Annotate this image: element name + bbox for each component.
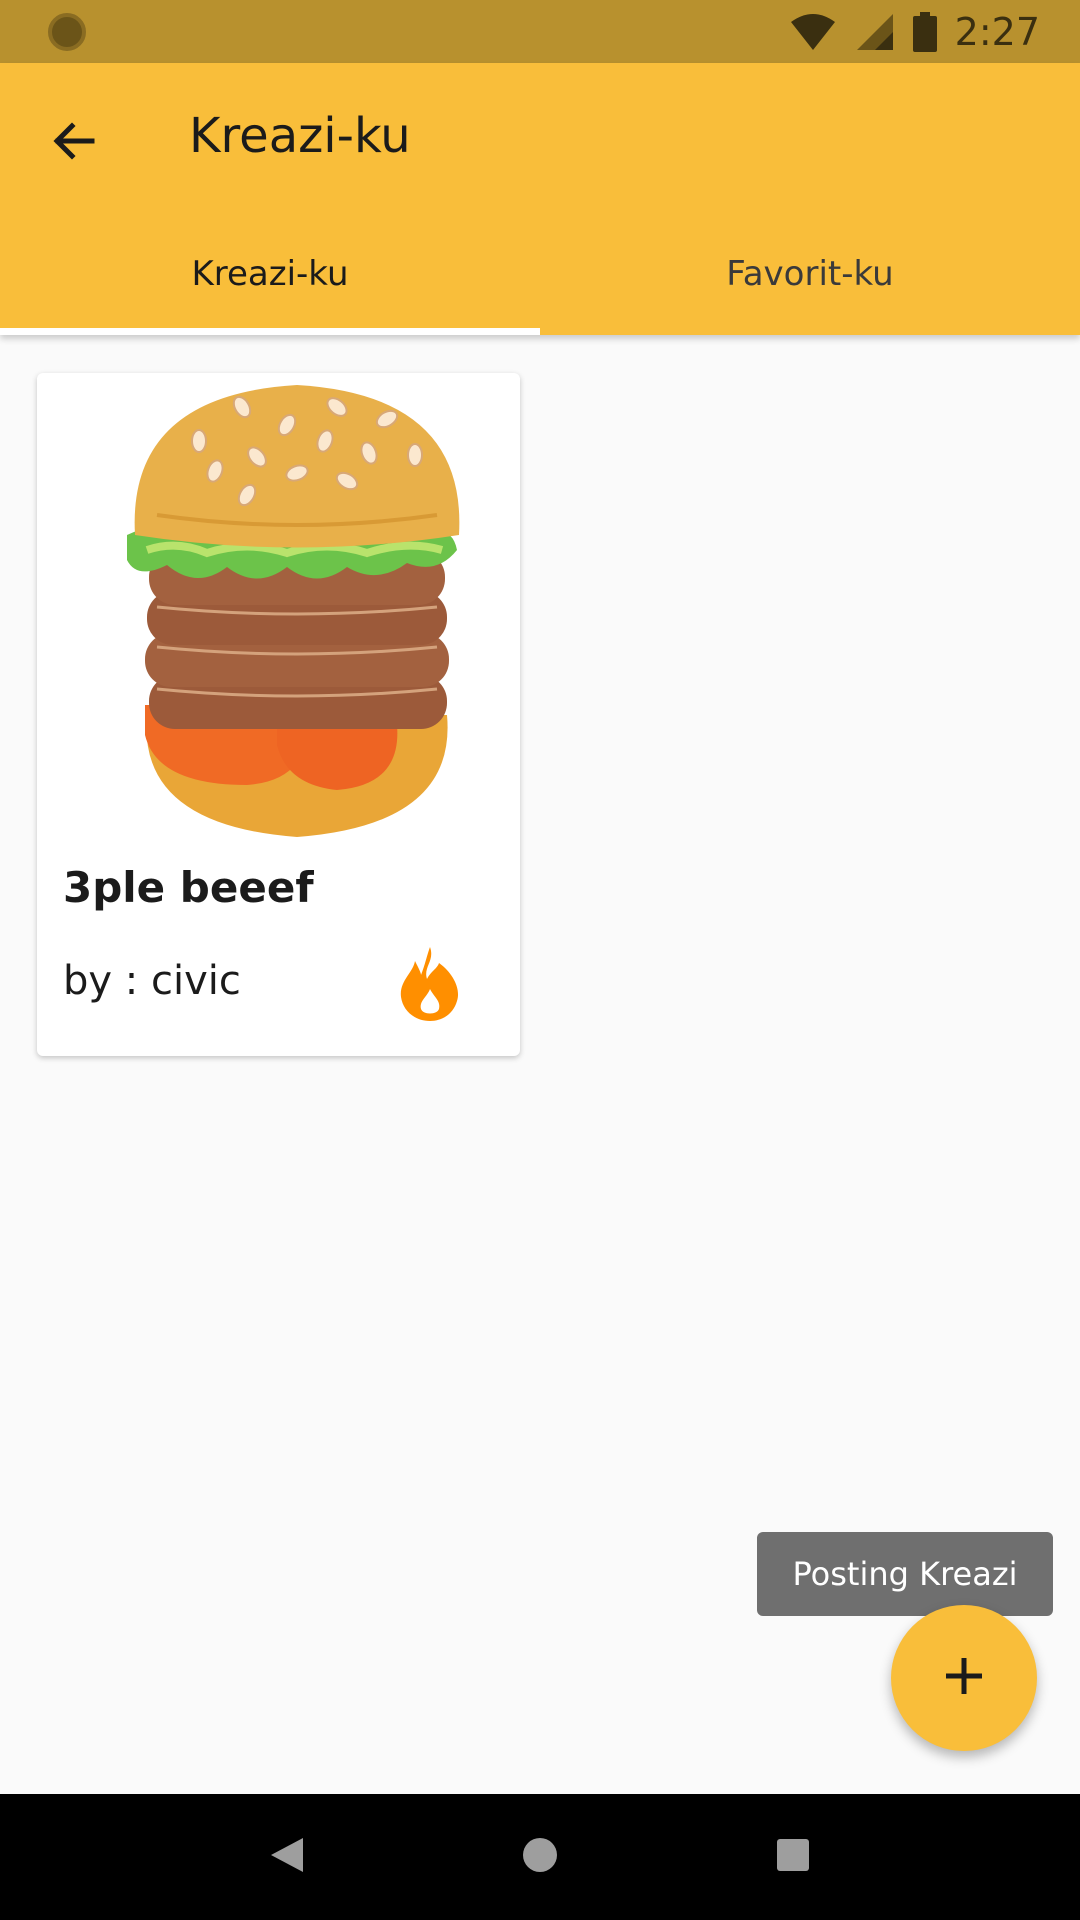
nav-home-button[interactable] — [500, 1817, 580, 1897]
app-bar: Kreazi-ku Kreazi-ku Favorit-ku — [0, 63, 1080, 335]
fire-button[interactable] — [397, 945, 463, 1021]
add-kreazi-button[interactable] — [891, 1605, 1037, 1751]
home-circle-icon — [521, 1836, 559, 1878]
notification-dot-icon — [48, 12, 86, 51]
card-title: 3ple beeef — [63, 863, 314, 912]
burger-image — [97, 385, 497, 845]
tab-kreazi-ku[interactable]: Kreazi-ku — [0, 213, 540, 335]
status-time: 2:27 — [954, 9, 1040, 54]
arrow-back-icon — [50, 117, 98, 169]
posting-tooltip: Posting Kreazi — [757, 1532, 1053, 1616]
nav-back-button[interactable] — [247, 1817, 327, 1897]
fire-icon — [397, 947, 463, 1025]
nav-recents-button[interactable] — [753, 1817, 833, 1897]
tab-bar: Kreazi-ku Favorit-ku — [0, 213, 1080, 335]
tab-favorit-ku[interactable]: Favorit-ku — [540, 213, 1080, 335]
kreazi-card[interactable]: 3ple beeef by : civic — [37, 373, 520, 1056]
wifi-icon — [789, 12, 837, 52]
status-bar: 2:27 — [0, 0, 1080, 63]
cell-signal-icon — [855, 12, 895, 52]
back-triangle-icon — [269, 1836, 305, 1878]
recents-square-icon — [776, 1838, 810, 1876]
plus-icon — [942, 1654, 986, 1702]
page-title: Kreazi-ku — [189, 108, 411, 164]
card-author: by : civic — [63, 958, 241, 1004]
battery-icon — [912, 11, 937, 52]
tab-label: Kreazi-ku — [191, 254, 349, 294]
tab-label: Favorit-ku — [726, 254, 894, 294]
system-nav-bar — [0, 1794, 1080, 1920]
tooltip-text: Posting Kreazi — [792, 1555, 1018, 1593]
back-button[interactable] — [36, 105, 112, 181]
toolbar: Kreazi-ku — [0, 63, 1080, 213]
